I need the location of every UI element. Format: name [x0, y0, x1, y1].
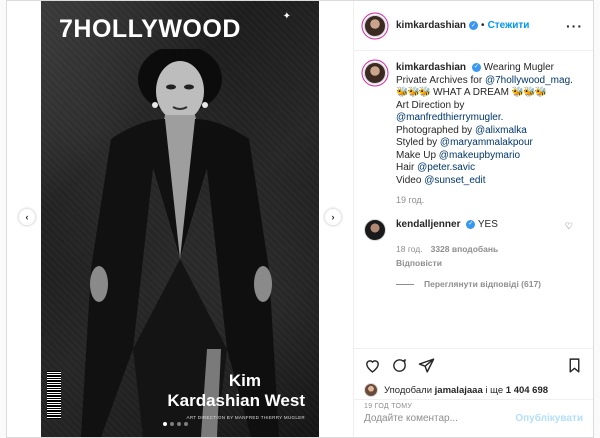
cover-figure	[81, 49, 279, 437]
bee-emoji-icon: 🐝🐝🐝	[396, 87, 431, 98]
likes-summary: Уподобали jamalajaaa і ще 1 404 698	[364, 383, 583, 397]
avatar[interactable]	[364, 219, 386, 241]
cover-name-first: Kim	[228, 371, 261, 390]
header-username[interactable]: kimkardashian	[396, 20, 466, 31]
post-media[interactable]: 7HOLLYWOOD ✦ Kim Kardashian West ART DIR…	[7, 1, 353, 437]
comment-likes[interactable]: 3328 вподобань	[431, 243, 499, 255]
comment-text: YES	[477, 219, 498, 230]
next-slide-button[interactable]: ›	[325, 209, 341, 225]
previous-slide-button[interactable]: ‹	[19, 209, 35, 225]
carousel-dot	[177, 422, 181, 426]
cover-name-last: Kardashian West	[167, 391, 305, 410]
mention-link[interactable]: @peter.savic	[417, 162, 475, 173]
avatar[interactable]	[364, 62, 386, 84]
add-comment-bar: Опублікувати	[354, 399, 593, 437]
reply-button[interactable]: Відповісти	[396, 257, 498, 269]
comment-item: kendalljenner ✓ YES 18 год. 3328 вподоба…	[364, 219, 583, 269]
post-caption: kimkardashian ✓ Wearing Mugler Private A…	[364, 62, 583, 187]
bookmark-icon[interactable]	[566, 357, 583, 374]
post-header: kimkardashian ✓ • Стежити ···	[354, 1, 593, 51]
heart-icon[interactable]: ♡	[565, 221, 573, 232]
action-bar	[364, 355, 583, 375]
comment-username[interactable]: kendalljenner	[396, 219, 460, 230]
view-replies-button[interactable]: Переглянути відповіді (617)	[396, 279, 583, 289]
star-icon: ✦	[282, 11, 291, 22]
comment-icon[interactable]	[391, 357, 408, 374]
post-panel: kimkardashian ✓ • Стежити ··· kimkardash…	[353, 1, 593, 437]
mention-link[interactable]: @makeupbymario	[439, 150, 520, 161]
heart-icon[interactable]	[364, 357, 381, 374]
caption-text: kimkardashian ✓ Wearing Mugler Private A…	[396, 62, 573, 186]
carousel-dot	[163, 422, 167, 426]
verified-badge-icon: ✓	[466, 219, 476, 229]
caption-time[interactable]: 19 год.	[396, 195, 583, 205]
cover-masthead: 7HOLLYWOOD	[59, 15, 241, 43]
mention-link[interactable]: @maryammalakpour	[440, 137, 533, 148]
chevron-right-icon: ›	[331, 212, 335, 222]
caption-username[interactable]: kimkardashian	[396, 62, 466, 73]
chevron-left-icon: ‹	[25, 212, 29, 222]
avatar[interactable]	[364, 14, 386, 37]
more-options-icon[interactable]: ···	[566, 18, 583, 34]
bee-emoji-icon: 🐝🐝🐝	[511, 87, 547, 98]
mention-link[interactable]: @7hollywood_mag	[485, 75, 570, 86]
carousel-dot	[184, 422, 188, 426]
share-icon[interactable]	[418, 357, 435, 374]
mention-link[interactable]: @alixmalka	[475, 125, 527, 136]
mention-link[interactable]: @sunset_edit	[424, 175, 485, 186]
comment-time[interactable]: 18 год.	[396, 243, 423, 255]
publish-button[interactable]: Опублікувати	[515, 413, 583, 424]
verified-badge-icon: ✓	[469, 21, 479, 30]
instagram-post: 7HOLLYWOOD ✦ Kim Kardashian West ART DIR…	[6, 0, 594, 438]
comments-section[interactable]: kimkardashian ✓ Wearing Mugler Private A…	[354, 52, 593, 348]
likes-count[interactable]: 1 404 698	[506, 385, 548, 396]
barcode	[47, 371, 61, 419]
mention-link[interactable]: @manfredthierrymugler	[396, 112, 501, 123]
cover-credit: ART DIRECTION BY MANFRED THIERRY MUGLER	[186, 415, 305, 420]
separator-dot: •	[481, 20, 485, 31]
follow-button[interactable]: Стежити	[488, 20, 530, 31]
avatar[interactable]	[364, 383, 378, 397]
carousel-dot	[170, 422, 174, 426]
liker-username[interactable]: jamalajaaa	[435, 385, 483, 396]
magazine-cover-image: 7HOLLYWOOD ✦ Kim Kardashian West ART DIR…	[41, 1, 319, 437]
verified-badge-icon: ✓	[471, 62, 481, 72]
comment-input[interactable]	[364, 413, 516, 424]
comment-meta: 18 год. 3328 вподобань	[396, 243, 498, 255]
carousel-indicator	[163, 422, 188, 426]
